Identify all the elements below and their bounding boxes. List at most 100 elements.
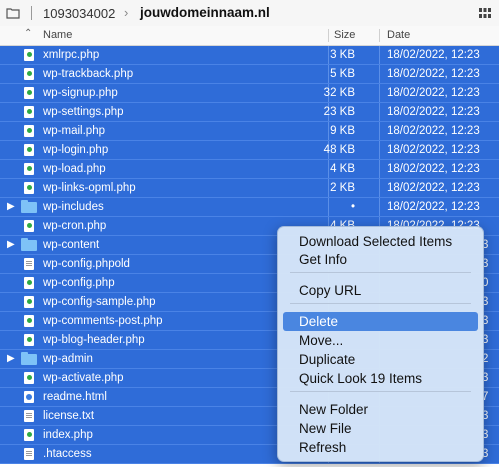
menu-item-copy-url[interactable]: Copy URL bbox=[283, 281, 478, 300]
php-file-icon bbox=[24, 277, 34, 289]
sort-ascending-icon[interactable]: ⌃ bbox=[24, 28, 32, 39]
chevron-right-icon: › bbox=[124, 5, 129, 20]
file-name: wp-cron.php bbox=[43, 220, 107, 232]
grid-view-icon[interactable] bbox=[479, 8, 491, 18]
menu-separator bbox=[290, 272, 471, 273]
menu-item-download-selected-items[interactable]: Download Selected Items bbox=[283, 232, 478, 251]
file-row[interactable]: wp-load.php 4 KB 18/02/2022, 12:23 bbox=[0, 160, 499, 179]
folder-row[interactable]: ▶ wp-includes • 18/02/2022, 12:23 bbox=[0, 198, 499, 217]
file-name: readme.html bbox=[43, 391, 107, 403]
column-divider bbox=[379, 46, 380, 64]
column-size[interactable]: Size bbox=[334, 29, 355, 41]
html-file-icon bbox=[24, 391, 34, 403]
disclosure-triangle-icon[interactable]: ▶ bbox=[7, 353, 15, 364]
file-name: wp-blog-header.php bbox=[43, 334, 145, 346]
column-divider bbox=[379, 65, 380, 83]
file-size: 5 KB bbox=[330, 68, 355, 80]
menu-separator bbox=[290, 303, 471, 304]
column-divider bbox=[328, 179, 329, 197]
file-name: index.php bbox=[43, 429, 93, 441]
file-size: • bbox=[350, 201, 355, 213]
breadcrumb-account[interactable]: 1093034002 bbox=[43, 6, 115, 21]
php-file-icon bbox=[24, 163, 34, 175]
folder-icon bbox=[21, 200, 37, 213]
path-bar: 1093034002 › jouwdomeinnaam.nl bbox=[0, 0, 499, 27]
file-row[interactable]: wp-mail.php 9 KB 18/02/2022, 12:23 bbox=[0, 122, 499, 141]
column-divider bbox=[379, 103, 380, 121]
file-date: 18/02/2022, 12:23 bbox=[387, 144, 480, 156]
column-divider bbox=[328, 65, 329, 83]
file-name: wp-signup.php bbox=[43, 87, 118, 99]
file-name: wp-config.phpold bbox=[43, 258, 130, 270]
file-name: wp-mail.php bbox=[43, 125, 105, 137]
column-divider[interactable] bbox=[379, 29, 380, 42]
file-row[interactable]: wp-signup.php 32 KB 18/02/2022, 12:23 bbox=[0, 84, 499, 103]
file-name: xmlrpc.php bbox=[43, 49, 100, 61]
file-size: 3 KB bbox=[330, 49, 355, 61]
file-name: wp-config-sample.php bbox=[43, 296, 156, 308]
column-divider bbox=[328, 122, 329, 140]
menu-item-get-info[interactable]: Get Info bbox=[283, 250, 478, 269]
breadcrumb-domain[interactable]: jouwdomeinnaam.nl bbox=[140, 5, 270, 20]
file-size: 9 KB bbox=[330, 125, 355, 137]
menu-item-new-file[interactable]: New File bbox=[283, 419, 478, 438]
column-divider bbox=[328, 198, 329, 216]
file-name: wp-content bbox=[43, 239, 100, 251]
menu-item-duplicate[interactable]: Duplicate bbox=[283, 350, 478, 369]
file-date: 18/02/2022, 12:23 bbox=[387, 87, 480, 99]
menu-item-quick-look-19-items[interactable]: Quick Look 19 Items bbox=[283, 369, 478, 388]
file-date: 18/02/2022, 12:23 bbox=[387, 125, 480, 137]
path-separator bbox=[31, 6, 32, 20]
file-row[interactable]: wp-settings.php 23 KB 18/02/2022, 12:23 bbox=[0, 103, 499, 122]
file-row[interactable]: wp-login.php 48 KB 18/02/2022, 12:23 bbox=[0, 141, 499, 160]
column-divider bbox=[379, 160, 380, 178]
file-name: wp-settings.php bbox=[43, 106, 124, 118]
php-file-icon bbox=[24, 144, 34, 156]
menu-separator bbox=[290, 391, 471, 392]
php-file-icon bbox=[24, 296, 34, 308]
file-name: wp-links-opml.php bbox=[43, 182, 136, 194]
file-row[interactable]: xmlrpc.php 3 KB 18/02/2022, 12:23 bbox=[0, 46, 499, 65]
column-date[interactable]: Date bbox=[387, 29, 410, 41]
menu-item-move[interactable]: Move... bbox=[283, 331, 478, 350]
file-name: wp-admin bbox=[43, 353, 93, 365]
column-divider bbox=[328, 46, 329, 64]
folder-icon[interactable] bbox=[6, 7, 20, 19]
column-divider bbox=[328, 160, 329, 178]
php-file-icon bbox=[24, 429, 34, 441]
column-divider[interactable] bbox=[328, 29, 329, 42]
file-size: 32 KB bbox=[323, 87, 355, 99]
column-divider bbox=[379, 179, 380, 197]
file-name: wp-trackback.php bbox=[43, 68, 134, 80]
column-divider bbox=[379, 141, 380, 159]
file-row[interactable]: wp-trackback.php 5 KB 18/02/2022, 12:23 bbox=[0, 65, 499, 84]
file-size: 48 KB bbox=[323, 144, 355, 156]
file-row[interactable]: wp-links-opml.php 2 KB 18/02/2022, 12:23 bbox=[0, 179, 499, 198]
php-file-icon bbox=[24, 125, 34, 137]
file-date: 18/02/2022, 12:23 bbox=[387, 201, 480, 213]
file-name: wp-comments-post.php bbox=[43, 315, 163, 327]
file-size: 23 KB bbox=[323, 106, 355, 118]
file-name: license.txt bbox=[43, 410, 95, 422]
file-size: 2 KB bbox=[330, 182, 355, 194]
txt-file-icon bbox=[24, 448, 34, 460]
folder-icon bbox=[21, 352, 37, 365]
disclosure-triangle-icon[interactable]: ▶ bbox=[7, 239, 15, 250]
file-date: 18/02/2022, 12:23 bbox=[387, 68, 480, 80]
php-file-icon bbox=[24, 334, 34, 346]
php-file-icon bbox=[24, 87, 34, 99]
file-name: wp-login.php bbox=[43, 144, 109, 156]
file-name: wp-includes bbox=[43, 201, 104, 213]
disclosure-triangle-icon[interactable]: ▶ bbox=[7, 201, 15, 212]
column-name[interactable]: Name bbox=[43, 29, 72, 41]
menu-item-refresh[interactable]: Refresh bbox=[283, 438, 478, 457]
php-file-icon bbox=[24, 68, 34, 80]
menu-item-new-folder[interactable]: New Folder bbox=[283, 400, 478, 419]
file-date: 18/02/2022, 12:23 bbox=[387, 106, 480, 118]
file-date: 18/02/2022, 12:23 bbox=[387, 49, 480, 61]
file-date: 18/02/2022, 12:23 bbox=[387, 163, 480, 175]
file-name: wp-load.php bbox=[43, 163, 106, 175]
menu-item-delete[interactable]: Delete bbox=[283, 312, 478, 331]
php-file-icon bbox=[24, 106, 34, 118]
txt-file-icon bbox=[24, 410, 34, 422]
